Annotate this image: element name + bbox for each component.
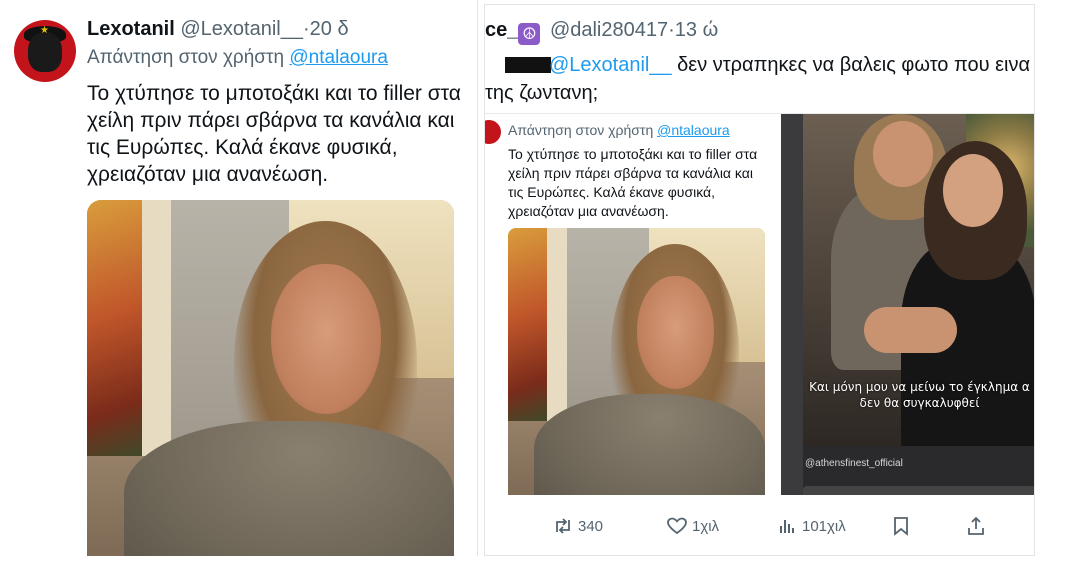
reply-context: Απάντηση στον χρήστη @ntalaoura: [87, 47, 388, 69]
photo-body: [123, 420, 454, 556]
person2-arm: [863, 306, 957, 354]
tweet-text-line1: δεν ντραπηκες να βαλεις φωτο που εινα: [677, 54, 1031, 76]
photo-face: [636, 276, 714, 389]
tweet-text: Το χτύπησε το μποτοξάκι και το filler στ…: [87, 82, 461, 186]
reply-mention-link[interactable]: @ntalaoura: [289, 47, 388, 68]
views-count: 101χιλ: [802, 517, 846, 535]
avatar-face: [28, 32, 62, 72]
photo-frame: [142, 200, 172, 457]
reply-prefix: Απάντηση στον χρήστη: [87, 47, 285, 68]
views-icon: [780, 520, 794, 533]
views-button[interactable]: 101χιλ: [779, 515, 846, 537]
action-bar: 340 1χιλ 101χιλ: [485, 495, 1034, 555]
embedded-reply-context: Απάντηση στον χρήστη @ntalaoura: [508, 122, 730, 138]
video-bottom-bar: [803, 486, 1034, 495]
heart-icon: [667, 517, 687, 535]
tweet-text-line2: της ζωντανη;: [485, 82, 599, 104]
handle[interactable]: @dali280417: [550, 19, 668, 41]
embedded-video-screenshot[interactable]: Και μόνη μου να μείνω το έγκλημα α δεν θ…: [781, 114, 1034, 495]
video-credit: @athensfinest_official: [805, 458, 903, 469]
like-count: 1χιλ: [692, 517, 720, 535]
display-name[interactable]: Lexotanil: [87, 18, 175, 40]
redaction-bar: [505, 57, 551, 73]
video-caption-line2: δεν θα συγκαλυφθεί: [859, 396, 980, 410]
embedded-tweet-screenshot[interactable]: Απάντηση στον χρήστη @ntalaoura Το χτύπη…: [485, 114, 775, 495]
embedded-photo-scene: [508, 228, 765, 495]
photo-scene: [87, 200, 454, 556]
video-frame: Και μόνη μου να μείνω το έγκλημα α δεν θ…: [803, 114, 1034, 446]
embedded-reply-prefix: Απάντηση στον χρήστη: [508, 122, 654, 138]
video-caption-line1: Και μόνη μου να μείνω το έγκλημα α: [809, 380, 1030, 394]
share-icon: [968, 516, 984, 535]
bookmark-icon: [894, 517, 908, 536]
display-name[interactable]: ce_: [485, 19, 518, 41]
left-tweet[interactable]: ★ Lexotanil @Lexotanil__·20 δ Απάντηση σ…: [0, 0, 478, 556]
share-button[interactable]: [967, 515, 985, 537]
embedded-media[interactable]: Απάντηση στον χρήστη @ntalaoura Το χτύπη…: [485, 113, 1034, 495]
photo-painting: [87, 200, 143, 457]
embedded-reply-mention: @ntalaoura: [657, 122, 730, 138]
retweet-button[interactable]: 340: [553, 515, 603, 537]
screenshot-collage: ★ Lexotanil @Lexotanil__·20 δ Απάντηση σ…: [0, 0, 1080, 581]
embedded-photo: [508, 228, 765, 495]
media-strip: [781, 114, 803, 495]
tweet-header: Lexotanil @Lexotanil__·20 δ: [87, 18, 349, 41]
peace-icon: ☮: [518, 23, 541, 45]
retweet-icon: [556, 518, 570, 534]
tweet-text: @Lexotanil__ δεν ντραπηκες να βαλεις φωτ…: [485, 51, 1034, 107]
mention-link[interactable]: @Lexotanil__: [549, 54, 672, 76]
embedded-tweet-text: Το χτύπησε το μποτοξάκι και το filler στ…: [508, 146, 758, 219]
like-button[interactable]: 1χιλ: [667, 515, 719, 537]
retweet-count: 340: [578, 517, 604, 535]
separator: ·: [668, 19, 675, 41]
right-tweet[interactable]: ce_ ☮ @dali280417·13 ώ @Lexotanil__ δεν ν…: [484, 4, 1035, 556]
tweet-photo[interactable]: [87, 200, 454, 556]
person1-face: [872, 120, 934, 188]
photo-painting: [508, 228, 547, 421]
timestamp[interactable]: 20 δ: [310, 18, 349, 40]
person2-face: [942, 153, 1004, 227]
bookmark-button[interactable]: [893, 515, 909, 537]
separator: ·: [302, 18, 310, 40]
photo-body: [533, 394, 765, 495]
star-icon: ★: [40, 25, 49, 36]
embedded-avatar: [485, 120, 501, 144]
tweet-header: ce_ ☮ @dali280417·13 ώ: [485, 19, 718, 45]
photo-frame: [546, 228, 568, 421]
handle[interactable]: @Lexotanil__: [180, 18, 303, 40]
avatar[interactable]: ★: [14, 20, 76, 82]
photo-face: [270, 264, 381, 414]
timestamp[interactable]: 13 ώ: [675, 19, 718, 41]
